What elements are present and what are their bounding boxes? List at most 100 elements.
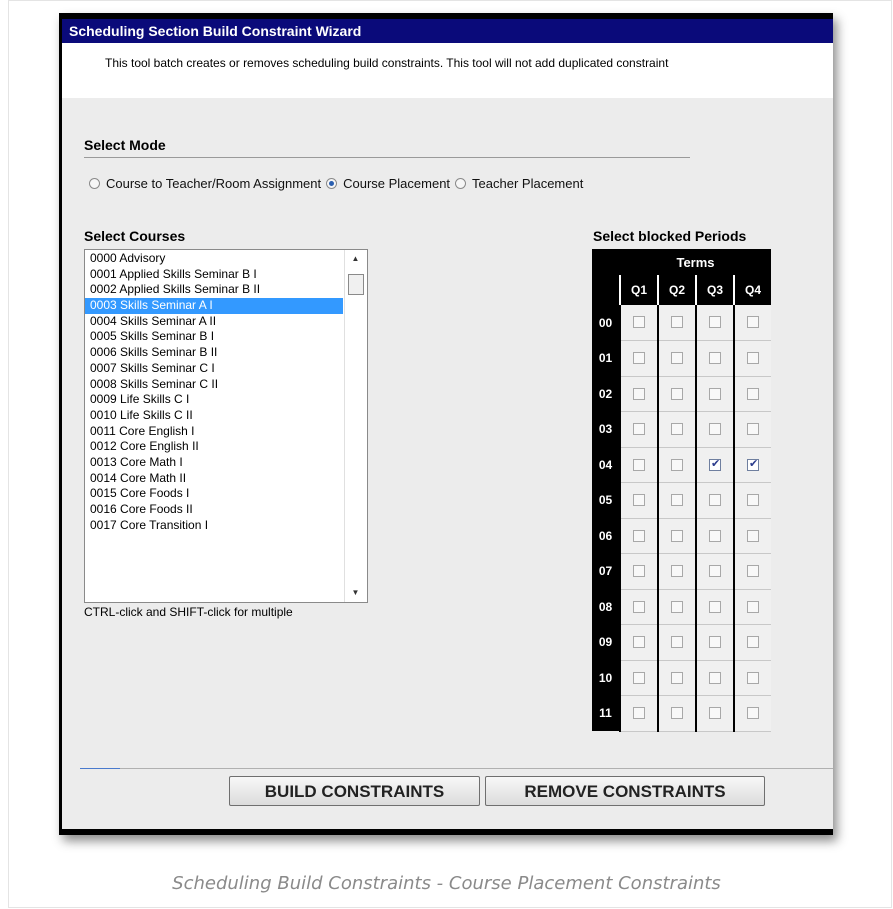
course-list-item[interactable]: 0014 Core Math II (85, 471, 343, 487)
period-checkbox[interactable] (747, 352, 759, 365)
course-list: 0000 Advisory 0001 Applied Skills Seminar… (85, 251, 343, 533)
period-checkbox[interactable] (747, 457, 759, 471)
period-checkbox[interactable] (747, 600, 759, 613)
mode-option-course-to-teacher-room[interactable]: Course to Teacher/Room Assignment (89, 176, 321, 191)
scroll-down-arrow-icon[interactable]: ▼ (345, 584, 366, 602)
period-label: 10 (592, 660, 620, 696)
period-checkbox[interactable] (671, 316, 683, 329)
course-list-item[interactable]: 0007 Skills Seminar C I (85, 361, 343, 377)
period-cell (733, 376, 771, 412)
period-checkbox[interactable] (709, 671, 721, 684)
mode-option-teacher-placement[interactable]: Teacher Placement (455, 176, 583, 191)
course-list-item[interactable]: 0017 Core Transition I (85, 518, 343, 534)
course-list-item[interactable]: 0004 Skills Seminar A II (85, 314, 343, 330)
period-checkbox[interactable] (633, 707, 645, 720)
period-checkbox[interactable] (671, 494, 683, 507)
period-checkbox[interactable] (671, 529, 683, 542)
course-list-item[interactable]: 0006 Skills Seminar B II (85, 345, 343, 361)
period-label: 06 (592, 518, 620, 554)
period-checkbox[interactable] (709, 707, 721, 720)
period-checkbox[interactable] (671, 671, 683, 684)
select-blocked-periods-label: Select blocked Periods (593, 228, 747, 244)
course-list-item[interactable]: 0002 Applied Skills Seminar B II (85, 282, 343, 298)
period-cell (695, 589, 734, 625)
period-checkbox[interactable] (633, 600, 645, 613)
course-list-item[interactable]: 0001 Applied Skills Seminar B I (85, 267, 343, 283)
mode-divider (84, 157, 690, 158)
period-checkbox[interactable] (709, 529, 721, 542)
blocked-periods-grid: Terms Q1Q2Q3Q4 000102030405060708091011 (592, 249, 771, 732)
period-checkbox[interactable] (633, 316, 645, 329)
course-list-item[interactable]: 0008 Skills Seminar C II (85, 377, 343, 393)
period-label: 04 (592, 447, 620, 483)
courses-listbox[interactable]: 0000 Advisory 0001 Applied Skills Seminar… (84, 249, 368, 603)
course-list-item[interactable]: 0000 Advisory (85, 251, 343, 267)
course-list-item[interactable]: 0013 Core Math I (85, 455, 343, 471)
period-checkbox[interactable] (633, 565, 645, 578)
period-row: 11 (592, 695, 771, 732)
course-list-item[interactable]: 0012 Core English II (85, 439, 343, 455)
radio-course-placement[interactable] (326, 178, 338, 189)
period-checkbox[interactable] (671, 707, 683, 720)
period-checkbox[interactable] (671, 565, 683, 578)
period-checkbox[interactable] (747, 565, 759, 578)
period-checkbox[interactable] (747, 529, 759, 542)
period-checkbox[interactable] (747, 671, 759, 684)
period-checkbox[interactable] (747, 494, 759, 507)
period-checkbox[interactable] (709, 600, 721, 613)
period-checkbox[interactable] (671, 352, 683, 365)
period-row: 06 (592, 518, 771, 554)
remove-constraints-button[interactable]: REMOVE CONSTRAINTS (485, 776, 765, 806)
period-checkbox[interactable] (709, 457, 721, 471)
period-checkbox[interactable] (709, 423, 721, 436)
course-list-item[interactable]: 0005 Skills Seminar B I (85, 329, 343, 345)
course-list-item[interactable]: 0003 Skills Seminar A I (85, 298, 343, 314)
period-cell (619, 695, 658, 732)
scroll-thumb[interactable] (348, 274, 364, 295)
period-checkbox[interactable] (709, 352, 721, 365)
courses-scrollbar[interactable]: ▲ ▼ (344, 250, 367, 602)
period-checkbox[interactable] (633, 387, 645, 400)
mode-option-course-placement[interactable]: Course Placement (326, 176, 450, 191)
period-checkbox[interactable] (633, 458, 645, 471)
period-checkbox[interactable] (747, 636, 759, 649)
period-checkbox[interactable] (709, 316, 721, 329)
course-list-item[interactable]: 0015 Core Foods I (85, 486, 343, 502)
period-checkbox[interactable] (633, 671, 645, 684)
radio-course-to-teacher-room[interactable] (89, 178, 100, 189)
course-list-item[interactable]: 0016 Core Foods II (85, 502, 343, 518)
term-header-q4: Q4 (733, 275, 771, 305)
period-cell (657, 624, 696, 661)
mode-option-label: Course Placement (343, 176, 451, 191)
period-checkbox[interactable] (671, 636, 683, 649)
period-checkbox[interactable] (709, 387, 721, 400)
course-list-item[interactable]: 0011 Core English I (85, 424, 343, 440)
period-checkbox[interactable] (671, 387, 683, 400)
scroll-up-arrow-icon[interactable]: ▲ (345, 250, 366, 268)
period-checkbox[interactable] (709, 494, 721, 507)
period-checkbox[interactable] (633, 494, 645, 507)
period-checkbox[interactable] (633, 352, 645, 365)
period-cell (657, 340, 696, 377)
period-cell (733, 553, 771, 590)
course-list-item[interactable]: 0009 Life Skills C I (85, 392, 343, 408)
period-checkbox[interactable] (747, 707, 759, 720)
period-checkbox[interactable] (709, 636, 721, 649)
period-checkbox[interactable] (747, 423, 759, 436)
period-checkbox[interactable] (671, 423, 683, 436)
period-cell (733, 340, 771, 377)
mode-option-label: Teacher Placement (472, 176, 584, 191)
radio-teacher-placement[interactable] (455, 178, 467, 189)
period-checkbox[interactable] (671, 458, 683, 471)
period-cell (733, 518, 771, 554)
period-checkbox[interactable] (747, 316, 759, 329)
period-checkbox[interactable] (709, 565, 721, 578)
period-checkbox[interactable] (747, 387, 759, 400)
course-list-item[interactable]: 0010 Life Skills C II (85, 408, 343, 424)
period-checkbox[interactable] (671, 600, 683, 613)
period-checkbox[interactable] (633, 529, 645, 542)
period-checkbox[interactable] (633, 423, 645, 436)
build-constraints-button[interactable]: BUILD CONSTRAINTS (229, 776, 480, 806)
period-cell (619, 482, 658, 519)
period-checkbox[interactable] (633, 636, 645, 649)
